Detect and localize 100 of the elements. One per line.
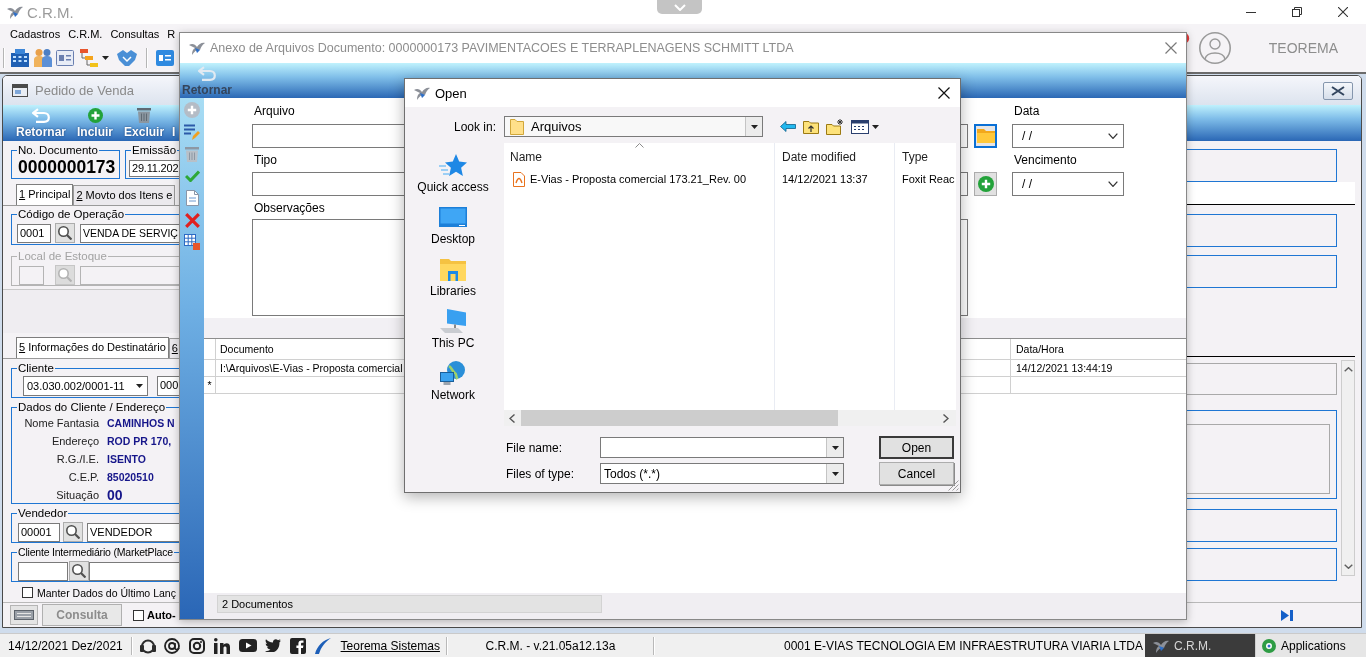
delete-button[interactable]: Excluir <box>124 105 165 141</box>
column-header[interactable]: Type <box>895 143 956 168</box>
support-icon[interactable] <box>139 637 156 654</box>
grid-icon[interactable] <box>184 234 200 250</box>
instagram-icon[interactable] <box>189 637 206 654</box>
place-item[interactable]: Network <box>431 357 475 409</box>
dropdown-button[interactable] <box>745 117 762 136</box>
new-folder-icon[interactable] <box>826 118 844 135</box>
place-item[interactable]: This PC <box>431 305 475 357</box>
last-record-icon[interactable] <box>1281 609 1293 621</box>
place-item[interactable]: Quick access <box>417 149 489 201</box>
code-field[interactable]: 00001 <box>18 522 60 542</box>
column-header[interactable]: Documento <box>220 343 274 355</box>
code-field[interactable]: 0001 <box>17 223 51 243</box>
close-button[interactable] <box>1323 81 1353 100</box>
taskbar-item[interactable]: Applications <box>1255 634 1366 657</box>
horizontal-scrollbar[interactable] <box>504 410 956 426</box>
check-icon[interactable] <box>184 170 200 182</box>
place-item[interactable]: Desktop <box>431 201 475 253</box>
column-header[interactable]: Data/Hora <box>1016 343 1064 355</box>
people-icon[interactable] <box>34 49 52 67</box>
dropdown-caret-icon[interactable] <box>102 56 109 60</box>
search-button[interactable] <box>63 522 83 542</box>
group-label: Vendedor <box>17 507 69 520</box>
scroll-left-icon <box>509 413 515 423</box>
field-label: Situação <box>56 489 99 501</box>
client-dropdown[interactable]: 03.030.002/0001-11 <box>23 376 148 396</box>
return-button[interactable]: Retornar <box>16 105 66 141</box>
scrollbar-thumb[interactable] <box>521 410 838 426</box>
view-menu-icon[interactable] <box>851 119 879 134</box>
field-label: Observações <box>254 200 325 215</box>
file-path: I:\Arquivos\E-Vias - Proposta comercial <box>220 362 403 374</box>
menu-item[interactable]: C.R.M. <box>64 24 107 44</box>
user-avatar-icon[interactable] <box>1198 32 1231 64</box>
keyboard-button[interactable] <box>10 605 38 625</box>
back-arrow-icon[interactable] <box>780 121 796 132</box>
column-header[interactable]: Name <box>504 143 774 168</box>
folder-button[interactable] <box>974 124 997 148</box>
resize-grip-icon[interactable] <box>948 480 959 491</box>
place-item[interactable]: Libraries <box>430 253 476 305</box>
toolbar-button[interactable]: I <box>172 105 176 141</box>
facebook-icon[interactable] <box>289 637 306 654</box>
column-header[interactable]: Date modified <box>775 143 894 168</box>
location-dropdown[interactable]: Arquivos <box>504 116 763 137</box>
twitter-icon[interactable] <box>265 639 282 652</box>
file-type-text: Foxit Reac <box>902 173 955 185</box>
menu-item[interactable]: R <box>163 24 180 44</box>
id-card-icon[interactable] <box>56 50 74 66</box>
date-field[interactable]: 29.11.202 <box>129 160 179 177</box>
row-marker: * <box>207 379 212 391</box>
tab[interactable]: 1 Principal <box>16 184 74 205</box>
libraries-icon <box>440 256 466 281</box>
edit-list-icon[interactable] <box>184 124 200 140</box>
folder-up-icon[interactable] <box>803 119 819 134</box>
open-button[interactable]: Open <box>879 436 954 459</box>
website-link[interactable]: Teorema Sistemas <box>340 638 440 653</box>
tab[interactable]: 5 Informações do Destinatário <box>16 337 169 358</box>
checkbox[interactable] <box>22 587 33 598</box>
field-label: Tipo <box>254 153 277 167</box>
checkbox[interactable] <box>133 609 144 621</box>
code-field[interactable]: 000 <box>157 376 179 396</box>
close-button[interactable] <box>938 87 950 99</box>
name-field[interactable] <box>89 561 179 581</box>
document-icon[interactable] <box>185 190 199 206</box>
add-button[interactable]: Incluir <box>77 105 114 141</box>
date-field[interactable]: / / <box>1012 124 1124 148</box>
vertical-scrollbar[interactable] <box>1341 360 1355 576</box>
checkbox-label[interactable]: Manter Dados do Último Lanç <box>37 586 176 599</box>
menu-item[interactable]: Consultas <box>106 24 164 44</box>
dropdown-arrow-icon <box>135 384 143 388</box>
at-sign-icon[interactable] <box>164 637 181 654</box>
desktop-icon <box>439 206 467 227</box>
return-arrow-icon <box>32 108 50 123</box>
computer-icon <box>440 308 466 333</box>
swoosh-icon[interactable] <box>314 637 331 654</box>
menu-item[interactable]: Cadastros <box>6 24 65 44</box>
cross-icon[interactable] <box>184 212 200 228</box>
id-card-icon[interactable] <box>156 50 174 66</box>
description-field[interactable]: VENDA DE SERVIÇ <box>80 223 179 243</box>
field-label: Endereço <box>51 435 99 447</box>
file-type-dropdown[interactable]: Todos (*.*) <box>600 463 844 484</box>
search-button[interactable] <box>55 223 75 243</box>
file-name-field[interactable] <box>600 437 844 458</box>
heart-icon[interactable] <box>117 50 137 66</box>
dropdown-button[interactable] <box>826 438 843 457</box>
code-field[interactable] <box>18 561 68 581</box>
tab[interactable]: 2 Movto dos Itens e <box>73 185 176 205</box>
date-field[interactable]: / / <box>1012 172 1124 196</box>
linkedin-icon[interactable] <box>213 637 230 654</box>
building-icon[interactable] <box>11 49 29 67</box>
add-button[interactable] <box>974 172 997 196</box>
checkbox-label[interactable]: Auto- <box>147 609 176 621</box>
name-field[interactable]: VENDEDOR <box>87 522 179 542</box>
search-button[interactable] <box>69 561 89 581</box>
field-label: Nome Fantasia <box>24 417 99 429</box>
youtube-icon[interactable] <box>238 639 257 652</box>
file-item[interactable]: E-Vias - Proposta comercial 173.21_Rev. 00 <box>504 170 774 188</box>
taskbar-item[interactable]: C.R.M. <box>1145 634 1255 657</box>
dropdown-button[interactable] <box>826 464 843 483</box>
cancel-button[interactable]: Cancel <box>879 462 954 485</box>
